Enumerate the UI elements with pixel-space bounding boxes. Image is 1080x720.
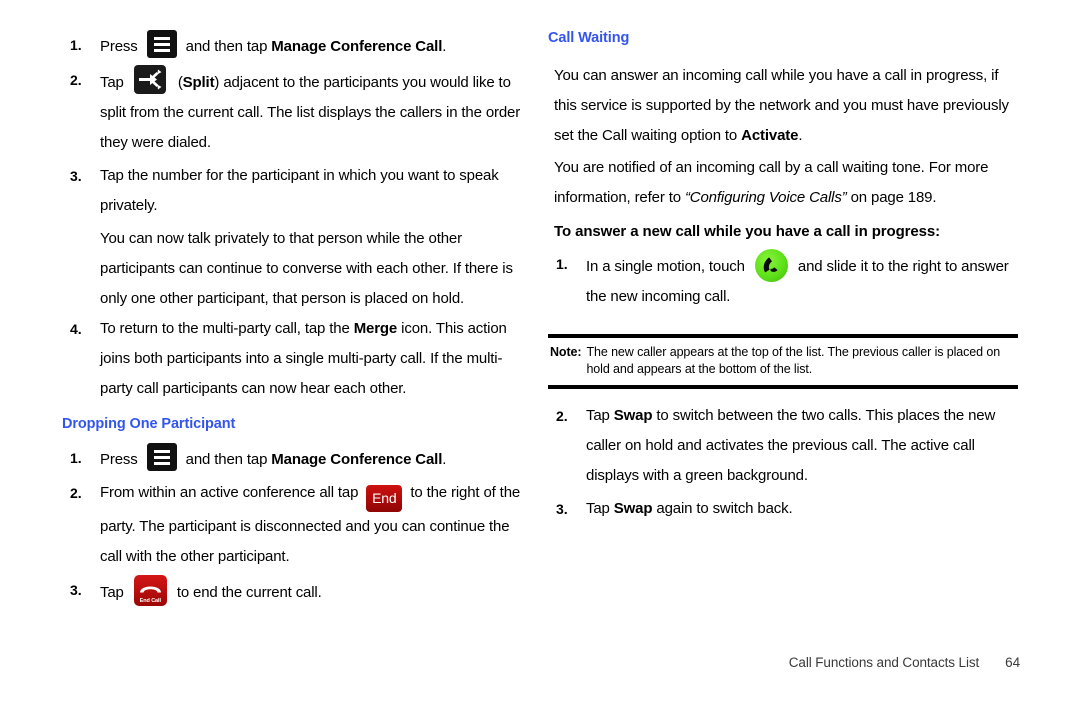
menu-icon[interactable] [146, 443, 177, 472]
list-item: 2. Tap (Split) adjacent to the participa… [62, 65, 532, 158]
right-column: Call Waiting You can answer an incoming … [548, 30, 1018, 527]
list-item: 1. Press and then tap Manage Conference … [62, 443, 532, 475]
step-text-bold: Swap [613, 500, 653, 518]
step-number: 2. [70, 485, 82, 502]
step-text: In a single motion, touch and slide it t… [586, 249, 1018, 312]
end-button-icon[interactable]: End [366, 485, 403, 513]
menu-icon[interactable] [146, 30, 177, 58]
paragraph-text-italic: “Configuring Voice Calls” [684, 189, 847, 207]
note-label: Note: [550, 345, 582, 360]
step-text-mid: and then tap [185, 38, 268, 55]
step-text: From within an active conference all tap… [100, 478, 532, 572]
paragraph-text-bold: Activate [741, 127, 799, 145]
step-text-bold: Merge [353, 320, 398, 337]
step-text-pre: To return to the multi-party call, tap t… [100, 320, 350, 337]
step-text-pre: Press [100, 38, 138, 55]
step-text-bold: Manage Conference Call [271, 451, 443, 469]
list-item: 1. In a single motion, touch and slide i… [548, 249, 1018, 312]
bold-lead-answer-new-call: To answer a new call while you have a ca… [554, 223, 941, 241]
list-item: 1. Press and then tap Manage Conference … [62, 30, 532, 62]
step-text: Tap the number for the participant in wh… [100, 161, 532, 221]
step-text-post: again to switch back. [656, 500, 793, 518]
step-text-post: to end the current call. [176, 584, 322, 602]
step-text-bold: Manage Conference Call [271, 38, 443, 55]
list-item: 3. Tap Swap again to switch back. [548, 494, 1018, 524]
step-text: Tap Swap again to switch back. [586, 494, 1018, 524]
step-text: Tap Swap to switch between the two calls… [586, 401, 1018, 491]
step-number: 2. [556, 408, 568, 425]
step-number: 3. [70, 582, 82, 599]
note-block: Note: The new caller appears at the top … [548, 334, 1018, 390]
step-text-mid: and then tap [185, 451, 268, 469]
step-number: 1. [70, 37, 82, 53]
left-column: 1. Press and then tap Manage Conference … [62, 30, 532, 611]
step-text: Tap (Split) adjacent to the participants… [100, 65, 532, 158]
step-text-pre: Tap [100, 584, 124, 602]
subsection-heading-dropping-one-participant: Dropping One Participant [62, 416, 236, 432]
footer-section-title: Call Functions and Contacts List [788, 655, 980, 670]
step-text-pre: Tap [586, 500, 610, 518]
step-text: To return to the multi-party call, tap t… [100, 314, 532, 404]
end-call-icon-label: End Call [139, 598, 161, 605]
note-text: The new caller appears at the top of the… [586, 345, 1001, 377]
paragraph-text-post: . [798, 127, 803, 145]
step-text: Tap End Call to end the current call. [100, 575, 532, 608]
step-text-pre: Tap [586, 407, 610, 425]
footer-page-number: 64 [1005, 655, 1020, 670]
step-text-main: Tap the number for the participant in wh… [100, 167, 499, 214]
list-item: 2. Tap Swap to switch between the two ca… [548, 401, 1018, 491]
list-item: 4. To return to the multi-party call, ta… [62, 314, 532, 404]
step-number: 4. [70, 321, 82, 337]
step-text-bold: Split [182, 74, 215, 91]
list-item: 3. Tap End Call to end the current call. [62, 575, 532, 608]
step-number: 2. [70, 72, 82, 88]
paragraph-text-post: on page 189. [850, 189, 937, 207]
step-text-pre: From within an active conference all tap [100, 484, 359, 502]
list-item: 3. Tap the number for the participant in… [62, 161, 532, 221]
section-heading-call-waiting: Call Waiting [548, 30, 630, 46]
step-text-pre: In a single motion, touch [586, 258, 745, 276]
answer-call-icon[interactable] [754, 249, 788, 283]
split-icon[interactable] [133, 65, 166, 94]
step-number: 3. [70, 168, 82, 184]
step-number: 1. [70, 450, 82, 467]
paragraph-call-waiting-tone: You are notified of an incoming call by … [554, 153, 1018, 213]
list-item: 2. From within an active conference all … [62, 478, 532, 572]
page-footer: Call Functions and Contacts List 64 [548, 655, 1020, 670]
step-text-post: . [442, 38, 447, 55]
step-followup-paragraph: You can now talk privately to that perso… [100, 230, 513, 307]
step-text-bold: Swap [613, 407, 653, 425]
note-bottom-rule [548, 385, 1018, 390]
step-number: 1. [556, 256, 568, 273]
step-text-pre: Press [100, 451, 138, 469]
note-content: Note: The new caller appears at the top … [548, 338, 1018, 385]
end-call-icon[interactable]: End Call [133, 575, 167, 607]
step-text-pre: Tap [100, 74, 124, 91]
step-number: 3. [556, 501, 568, 518]
step-text: Press and then tap Manage Conference Cal… [100, 30, 532, 62]
step-text-paren-close: ) [214, 74, 220, 91]
step-text: Press and then tap Manage Conference Cal… [100, 443, 532, 475]
step-text-post: . [442, 451, 447, 469]
paragraph-call-waiting-intro: You can answer an incoming call while yo… [554, 61, 1018, 151]
document-page: 1. Press and then tap Manage Conference … [0, 0, 1080, 720]
